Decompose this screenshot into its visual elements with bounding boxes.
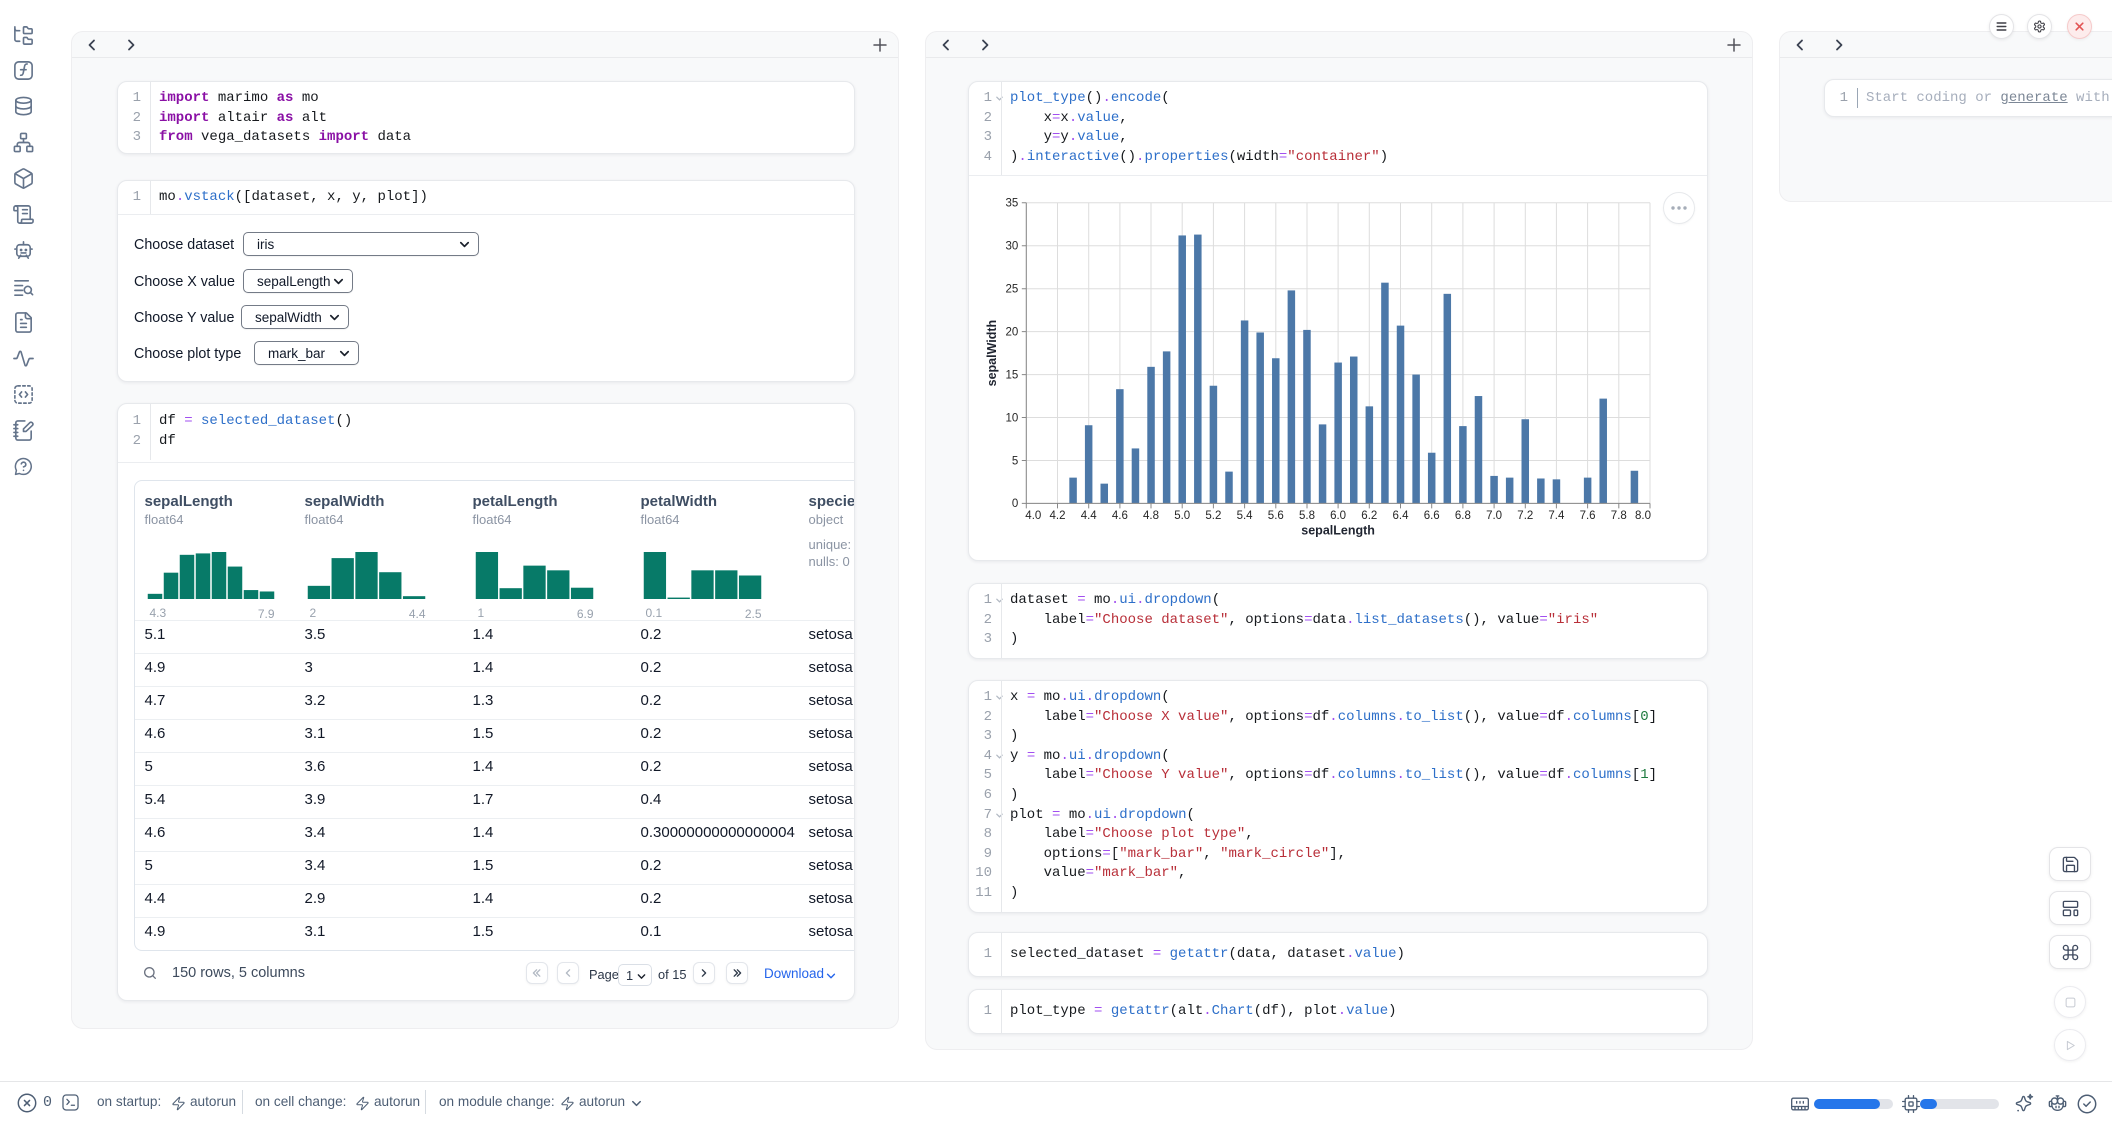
svg-text:4.2: 4.2 xyxy=(1050,510,1066,522)
svg-text:8.0: 8.0 xyxy=(1635,510,1651,522)
svg-text:30: 30 xyxy=(1006,241,1019,253)
svg-text:5: 5 xyxy=(1012,455,1018,467)
svg-text:35: 35 xyxy=(1006,198,1019,210)
svg-text:7.6: 7.6 xyxy=(1580,510,1596,522)
svg-text:4.8: 4.8 xyxy=(1143,510,1159,522)
svg-text:6.2: 6.2 xyxy=(1361,510,1377,522)
svg-text:25: 25 xyxy=(1006,284,1019,296)
svg-text:6.8: 6.8 xyxy=(1455,510,1471,522)
svg-text:7.2: 7.2 xyxy=(1517,510,1533,522)
svg-text:5.6: 5.6 xyxy=(1268,510,1284,522)
svg-text:10: 10 xyxy=(1006,412,1019,424)
svg-text:4.6: 4.6 xyxy=(1112,510,1128,522)
svg-text:4.0: 4.0 xyxy=(1025,510,1041,522)
svg-text:sepalWidth: sepalWidth xyxy=(985,320,999,387)
svg-text:0: 0 xyxy=(1012,498,1018,510)
svg-text:6.0: 6.0 xyxy=(1330,510,1346,522)
svg-text:15: 15 xyxy=(1006,369,1019,381)
svg-text:4.4: 4.4 xyxy=(1081,510,1098,522)
svg-text:7.0: 7.0 xyxy=(1486,510,1502,522)
svg-text:5.4: 5.4 xyxy=(1237,510,1254,522)
svg-text:7.8: 7.8 xyxy=(1611,510,1627,522)
svg-text:sepalLength: sepalLength xyxy=(1301,523,1375,537)
svg-text:5.8: 5.8 xyxy=(1299,510,1315,522)
svg-text:6.6: 6.6 xyxy=(1424,510,1440,522)
svg-text:5.0: 5.0 xyxy=(1174,510,1190,522)
svg-text:5.2: 5.2 xyxy=(1205,510,1221,522)
svg-text:7.4: 7.4 xyxy=(1548,510,1565,522)
svg-text:6.4: 6.4 xyxy=(1393,510,1410,522)
svg-text:20: 20 xyxy=(1006,326,1019,338)
